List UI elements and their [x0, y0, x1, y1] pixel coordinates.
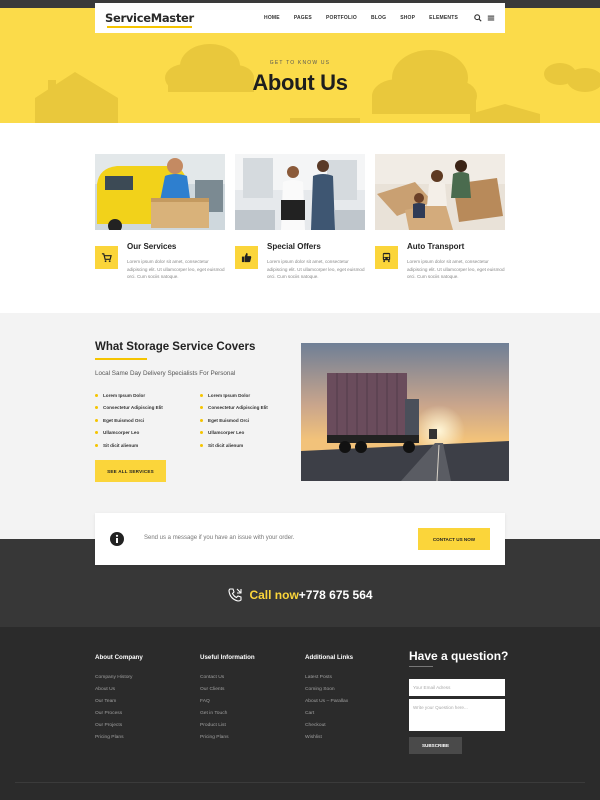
- site-logo[interactable]: ServiceMaster: [105, 11, 194, 28]
- footer-heading: About Company: [95, 654, 143, 661]
- email-field[interactable]: Your Email Adress: [409, 679, 505, 696]
- nav-portfolio[interactable]: PORTFOLIO: [326, 15, 357, 21]
- page-title: About Us: [252, 70, 348, 95]
- bullet-icon: [95, 406, 98, 410]
- footer-heading: Additional Links: [305, 654, 354, 661]
- footer-column-about: About Company Company History About Us O…: [95, 654, 143, 747]
- truck-photo: [301, 343, 509, 481]
- footer-link[interactable]: Product List: [200, 723, 255, 735]
- service-card: Our Services Lorem ipsum dolor sit amet,…: [95, 154, 225, 279]
- bullet-icon: [200, 443, 203, 447]
- list-item: Sit dicit alienum: [200, 439, 300, 452]
- bullet-icon: [200, 393, 203, 397]
- footer-link[interactable]: About Us – Parallax: [305, 699, 353, 711]
- thumbs-up-icon: [235, 246, 258, 269]
- footer-link[interactable]: Cart: [305, 711, 353, 723]
- footer-link[interactable]: Checkout: [305, 723, 353, 735]
- hero-banner: ServiceMaster HOME PAGES PORTFOLIO BLOG …: [0, 0, 600, 123]
- footer-link[interactable]: About Us: [95, 687, 143, 699]
- call-now: Call now +778 675 564: [0, 587, 600, 603]
- service-text: Lorem ipsum dolor sit amet, consectetur …: [127, 259, 225, 279]
- main-nav: HOME PAGES PORTFOLIO BLOG SHOP ELEMENTS: [250, 14, 495, 22]
- phone-number[interactable]: +778 675 564: [299, 588, 373, 602]
- contact-message: Send us a message if you have an issue w…: [144, 535, 295, 541]
- list-item: Sit dicit alienum: [95, 439, 195, 452]
- bullet-icon: [95, 431, 98, 435]
- nav-elements[interactable]: ELEMENTS: [429, 15, 458, 21]
- contact-us-button[interactable]: CONTACT US NOW: [418, 528, 490, 550]
- footer-link[interactable]: FAQ: [200, 699, 255, 711]
- footer-link[interactable]: Our Process: [95, 711, 143, 723]
- features-list-right: Lorem Ipsum Dolor Consectetur Adipiscing…: [200, 389, 300, 452]
- footer-link[interactable]: Wishlist: [305, 735, 353, 747]
- menu-icon[interactable]: [487, 14, 495, 22]
- nav-home[interactable]: HOME: [264, 15, 280, 21]
- footer-link[interactable]: Our Team: [95, 699, 143, 711]
- footer-heading: Useful Information: [200, 654, 255, 661]
- list-item: Eget Euismod Orci: [95, 414, 195, 427]
- footer-link[interactable]: Pricing Plans: [95, 735, 143, 747]
- search-icon[interactable]: [474, 14, 482, 22]
- bullet-icon: [200, 418, 203, 422]
- footer-link[interactable]: Pricing Plans: [200, 735, 255, 747]
- list-item: Consectetur Adipiscing Elit: [200, 402, 300, 415]
- service-text: Lorem ipsum dolor sit amet, consectetur …: [407, 259, 505, 279]
- bullet-icon: [95, 418, 98, 422]
- list-item: Lorem Ipsum Dolor: [95, 389, 195, 402]
- question-form: Have a question? Your Email Adress Write…: [409, 649, 509, 754]
- nav-blog[interactable]: BLOG: [371, 15, 386, 21]
- list-item: Eget Euismod Orci: [200, 414, 300, 427]
- nav-shop[interactable]: SHOP: [400, 15, 415, 21]
- contact-box: Send us a message if you have an issue w…: [95, 513, 505, 565]
- delivery-man-photo: [95, 154, 225, 230]
- service-card: Special Offers Lorem ipsum dolor sit ame…: [235, 154, 365, 279]
- see-all-services-button[interactable]: SEE ALL SERVICES: [95, 460, 166, 482]
- section-subtitle: Local Same Day Delivery Specialists For …: [95, 370, 236, 377]
- family-boxes-photo: [375, 154, 505, 230]
- section-title: What Storage Service Covers: [95, 341, 256, 353]
- call-now-label: Call now: [249, 588, 299, 602]
- bullet-icon: [200, 406, 203, 410]
- bullet-icon: [200, 431, 203, 435]
- question-heading: Have a question?: [409, 649, 509, 663]
- subscribe-button[interactable]: SUBSCRIBE: [409, 737, 462, 754]
- info-icon: [110, 532, 124, 546]
- nav-pages[interactable]: PAGES: [294, 15, 312, 21]
- office-workers-photo: [235, 154, 365, 230]
- service-title[interactable]: Special Offers: [267, 242, 321, 251]
- service-text: Lorem ipsum dolor sit amet, consectetur …: [267, 259, 365, 279]
- footer-link[interactable]: Our Projects: [95, 723, 143, 735]
- service-title[interactable]: Auto Transport: [407, 242, 464, 251]
- phone-icon: [228, 588, 243, 602]
- services-section: Our Services Lorem ipsum dolor sit amet,…: [0, 123, 600, 313]
- top-navbar: ServiceMaster HOME PAGES PORTFOLIO BLOG …: [95, 3, 505, 33]
- footer-column-additional: Additional Links Latest Posts Coming Soo…: [305, 654, 353, 747]
- footer-link[interactable]: Contact Us: [200, 675, 255, 687]
- list-item: Lorem Ipsum Dolor: [200, 389, 300, 402]
- list-item: Ullamcorper Leo: [95, 427, 195, 440]
- footer-link[interactable]: Coming Soon: [305, 687, 353, 699]
- heading-underline: [409, 666, 433, 667]
- footer-link[interactable]: Get in Touch: [200, 711, 255, 723]
- storage-section: What Storage Service Covers Local Same D…: [0, 313, 600, 539]
- footer-divider: [15, 782, 585, 783]
- service-title[interactable]: Our Services: [127, 242, 176, 251]
- hero-kicker: GET TO KNOW US: [269, 60, 331, 66]
- bus-icon: [375, 246, 398, 269]
- footer-link[interactable]: Company History: [95, 675, 143, 687]
- features-list-left: Lorem Ipsum Dolor Consectetur Adipiscing…: [95, 389, 195, 452]
- bullet-icon: [95, 443, 98, 447]
- question-field[interactable]: Write your Question here...: [409, 699, 505, 731]
- list-item: Ullamcorper Leo: [200, 427, 300, 440]
- cart-icon: [95, 246, 118, 269]
- service-card: Auto Transport Lorem ipsum dolor sit ame…: [375, 154, 505, 279]
- bullet-icon: [95, 393, 98, 397]
- footer-column-useful: Useful Information Contact Us Our Client…: [200, 654, 255, 747]
- footer-link[interactable]: Latest Posts: [305, 675, 353, 687]
- site-footer: About Company Company History About Us O…: [0, 627, 600, 800]
- footer-link[interactable]: Our Clients: [200, 687, 255, 699]
- list-item: Consectetur Adipiscing Elit: [95, 402, 195, 415]
- title-underline: [95, 358, 147, 360]
